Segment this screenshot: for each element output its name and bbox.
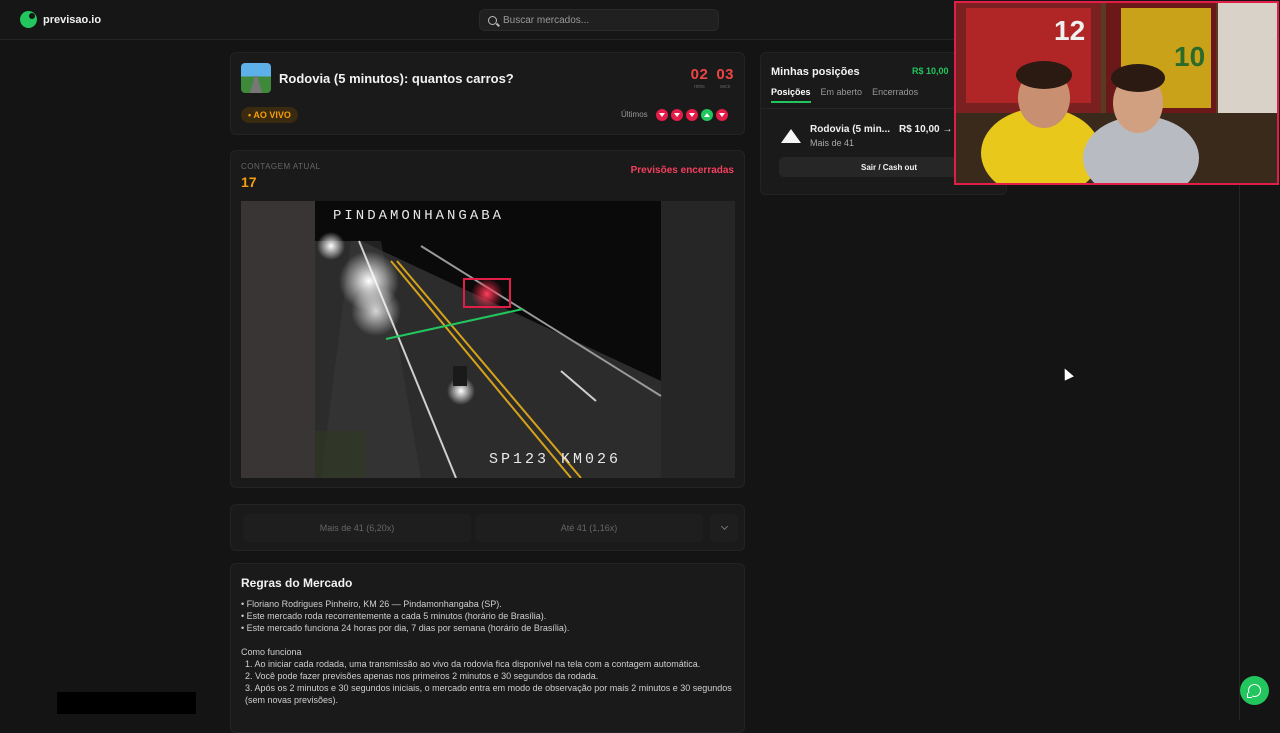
- tab-positions[interactable]: Posições: [771, 87, 811, 103]
- live-badge: • AO VIVO: [241, 107, 298, 123]
- how-it-works-title: Como funciona: [241, 647, 302, 657]
- logo-icon: [20, 11, 37, 28]
- webcam-overlay: 12 10: [954, 1, 1279, 185]
- current-count-value: 17: [241, 174, 257, 190]
- search-box[interactable]: [479, 9, 719, 31]
- webcam-scene: [956, 3, 1277, 183]
- bet-over-button[interactable]: Mais de 41 (6,20x): [243, 514, 471, 542]
- rule-step: 1. Ao iniciar cada rodada, uma transmiss…: [245, 659, 701, 669]
- result-down-icon: [671, 109, 683, 121]
- live-video[interactable]: PINDAMONHANGABA SP123 KM026: [241, 201, 735, 478]
- rule-step: 3. Após os 2 minutos e 30 segundos inici…: [245, 683, 732, 705]
- result-down-icon: [716, 109, 728, 121]
- search-icon: [488, 15, 497, 25]
- chevron-down-icon: [720, 522, 728, 531]
- position-amount: R$ 10,00 →: [899, 124, 953, 135]
- road-scene: PINDAMONHANGABA SP123 KM026: [241, 201, 735, 478]
- live-stream-card: CONTAGEM ATUAL 17 Previsões encerradas P…: [230, 150, 745, 488]
- camera-km-overlay: SP123 KM026: [489, 451, 621, 468]
- camera-location-overlay: PINDAMONHANGABA: [333, 208, 504, 224]
- search-input[interactable]: [503, 14, 703, 26]
- market-header-card: Rodovia (5 minutos): quantos carros? 02 …: [230, 52, 745, 135]
- rule-line: • Este mercado roda recorrentemente a ca…: [241, 611, 547, 621]
- positions-title: Minhas posições: [771, 66, 860, 78]
- result-up-icon: [701, 109, 713, 121]
- timer-seconds: 03 secs: [716, 66, 734, 90]
- chat-icon: [1247, 684, 1261, 698]
- timer-seconds-label: secs: [720, 84, 731, 90]
- current-count-label: CONTAGEM ATUAL: [241, 162, 321, 171]
- timer-minutes: 02 mins: [691, 66, 709, 90]
- jersey-number-right: 10: [1174, 41, 1206, 72]
- position-outcome: Mais de 41: [810, 138, 855, 148]
- rule-step: 2. Você pode fazer previsões apenas nos …: [245, 671, 599, 681]
- black-overlay: [57, 692, 196, 714]
- last-results-label: Últimos: [621, 110, 648, 119]
- logo[interactable]: previsao.io: [20, 11, 101, 28]
- position-title[interactable]: Rodovia (5 min...: [810, 124, 890, 135]
- jersey-number-left: 12: [1054, 15, 1086, 46]
- last-results: [656, 109, 728, 121]
- countdown-timer: 02 mins 03 secs: [691, 66, 734, 90]
- tab-open[interactable]: Em aberto: [821, 87, 863, 103]
- positions-total: R$ 10,00: [912, 66, 949, 76]
- up-arrow-icon: [781, 129, 801, 143]
- timer-minutes-value: 02: [690, 66, 709, 83]
- more-options-button[interactable]: [710, 514, 738, 542]
- rule-line: • Floriano Rodrigues Pinheiro, KM 26 — P…: [241, 599, 502, 609]
- chat-button[interactable]: [1240, 676, 1269, 705]
- rules-title: Regras do Mercado: [241, 576, 353, 590]
- result-down-icon: [656, 109, 668, 121]
- result-down-icon: [686, 109, 698, 121]
- bet-options-card: Mais de 41 (6,20x) Até 41 (1,16x): [230, 504, 745, 551]
- mouse-cursor: [1060, 366, 1074, 381]
- positions-tabs: Posições Em aberto Encerrados: [771, 87, 918, 103]
- market-thumbnail: [241, 63, 271, 93]
- logo-text: previsao.io: [43, 13, 102, 26]
- rules-card: Regras do Mercado • Floriano Rodrigues P…: [230, 563, 745, 733]
- timer-minutes-label: mins: [694, 84, 705, 90]
- rule-line: • Este mercado funciona 24 horas por dia…: [241, 623, 570, 633]
- rules-body: • Floriano Rodrigues Pinheiro, KM 26 — P…: [241, 598, 736, 706]
- predictions-closed-status: Previsões encerradas: [630, 165, 734, 176]
- bet-under-button[interactable]: Até 41 (1,16x): [475, 514, 703, 542]
- timer-seconds-value: 03: [716, 66, 734, 83]
- tab-closed[interactable]: Encerrados: [872, 87, 918, 103]
- market-title: Rodovia (5 minutos): quantos carros?: [279, 71, 514, 86]
